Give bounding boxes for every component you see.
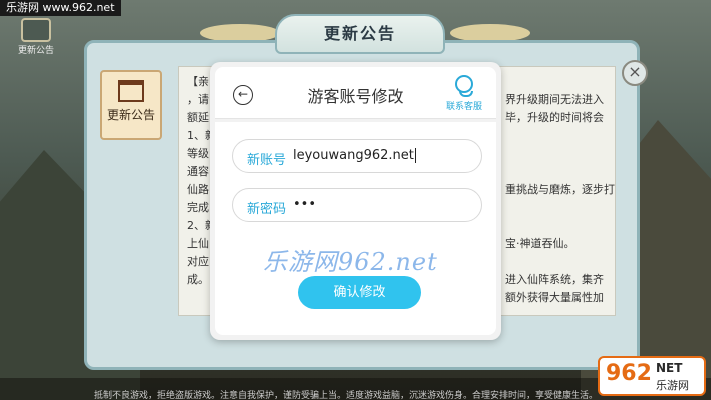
- notice-line-right: 界升级期间无法进入: [505, 93, 604, 106]
- logo-net: NET: [656, 361, 683, 375]
- notice-title-plaque: 更新公告: [275, 14, 445, 54]
- new-account-input[interactable]: leyouwang962.net: [293, 148, 463, 163]
- notice-line-right: 宝·神道吞仙。: [505, 237, 575, 250]
- pavilion-icon: [118, 80, 144, 102]
- new-account-label: 新账号: [247, 153, 287, 168]
- scroll-icon: [21, 18, 51, 42]
- notice-corner-label: 更新公告: [17, 46, 54, 56]
- notice-line-right: 重挑战与磨炼，逐步打: [505, 183, 615, 196]
- contact-support-label: 联系客服: [445, 102, 482, 112]
- headset-icon: [455, 75, 473, 97]
- new-password-input[interactable]: •••: [293, 197, 463, 212]
- notice-title: 更新公告: [323, 24, 396, 43]
- new-account-value: leyouwang962.net: [293, 148, 414, 163]
- modal-header: ← 游客账号修改 联系客服: [215, 67, 496, 119]
- guest-account-modal: ← 游客账号修改 联系客服 新账号 leyouwang962.net 新密码 •…: [210, 62, 501, 340]
- text-caret: [414, 148, 416, 163]
- confirm-change-button[interactable]: 确认修改: [298, 276, 421, 309]
- new-password-field[interactable]: 新密码 •••: [232, 188, 482, 222]
- new-password-label: 新密码: [247, 202, 287, 217]
- site-watermark-top: 乐游网 www.962.net: [0, 0, 121, 16]
- site-watermark-center: 乐游网962.net: [263, 248, 438, 276]
- tab-update-notice[interactable]: 更新公告: [100, 70, 162, 140]
- new-account-field[interactable]: 新账号 leyouwang962.net: [232, 139, 482, 173]
- tab-update-notice-label: 更新公告: [106, 108, 155, 122]
- contact-support-button[interactable]: 联系客服: [441, 75, 487, 112]
- health-advisory-text: 抵制不良游戏，拒绝盗版游戏。注意自我保护，谨防受骗上当。适度游戏益脑，沉迷游戏伤…: [94, 391, 599, 400]
- logo-number: 962: [606, 361, 652, 386]
- notice-corner-button[interactable]: 更新公告: [14, 18, 58, 56]
- notice-line-right: 进入仙阵系统，集齐: [505, 273, 604, 286]
- notice-line-right: 毕，升级的时间将会: [505, 111, 604, 124]
- site-logo: 962 NET 乐游网: [598, 356, 706, 396]
- notice-line-right: 额外获得大量属性加: [505, 291, 604, 304]
- logo-name: 乐游网: [656, 379, 689, 392]
- modal-body: 新账号 leyouwang962.net 新密码 ••• 乐游网962.net …: [215, 122, 496, 335]
- close-button[interactable]: ×: [622, 60, 648, 86]
